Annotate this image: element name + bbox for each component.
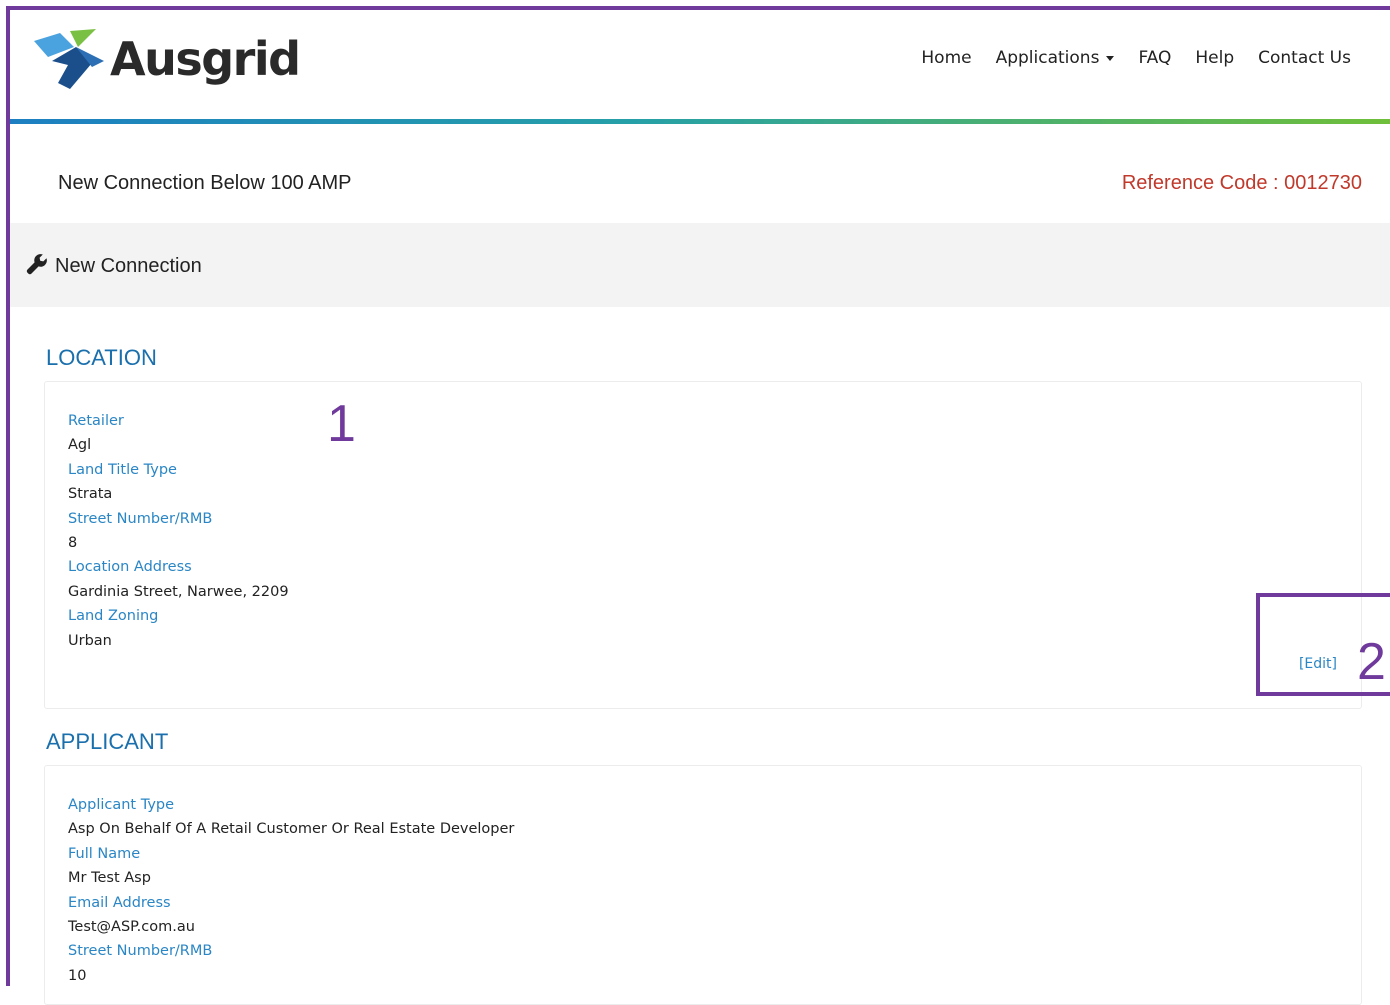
logo-wordmark: Ausgrid [110,32,301,86]
nav-faq[interactable]: FAQ [1138,48,1171,68]
field-value-retailer: Agl [68,437,92,454]
section-title: New Connection [55,255,202,277]
ausgrid-logo-icon [34,29,104,89]
field-value-full-name: Mr Test Asp [68,870,151,887]
section-header: New Connection [10,223,1390,307]
wrench-icon [26,254,47,275]
annotation-marker-2: 2 [1357,633,1386,691]
field-label-applicant-street-number: Street Number/RMB [68,943,213,960]
ausgrid-logo[interactable]: Ausgrid [30,27,301,91]
nav-applications[interactable]: Applications [996,48,1115,68]
annotation-marker-1: 1 [327,395,356,453]
nav-applications-label: Applications [995,48,1100,68]
page-title: New Connection Below 100 AMP [58,172,352,194]
location-panel: Retailer Agl Land Title Type Strata Stre… [44,381,1362,709]
field-label-applicant-type: Applicant Type [68,797,175,813]
site-header: Ausgrid Home Applications FAQ Help Conta… [10,10,1390,120]
field-label-location-address: Location Address [68,559,192,576]
applicant-heading: APPLICANT [46,729,169,754]
field-value-street-number: 8 [68,534,78,551]
nav-home[interactable]: Home [921,48,971,68]
field-value-applicant-street-number: 10 [68,967,87,984]
field-label-retailer: Retailer [68,413,124,429]
field-value-email-address: Test@ASP.com.au [68,918,195,935]
applicant-panel: Applicant Type Asp On Behalf Of A Retail… [44,765,1362,1005]
caret-down-icon [1106,55,1115,61]
field-label-land-title-type: Land Title Type [68,461,177,478]
location-heading: LOCATION [46,345,157,370]
nav-contact-us[interactable]: Contact Us [1258,48,1351,68]
applicant-fields: Applicant Type Asp On Behalf Of A Retail… [68,793,514,988]
field-label-street-number: Street Number/RMB [68,510,213,527]
field-value-location-address: Gardinia Street, Narwee, 2209 [68,583,289,600]
field-label-full-name: Full Name [68,845,141,862]
field-value-applicant-type: Asp On Behalf Of A Retail Customer Or Re… [68,821,515,838]
field-label-land-zoning: Land Zoning [68,608,159,625]
reference-code: Reference Code : 0012730 [1121,172,1362,194]
header-divider [10,119,1390,124]
field-value-land-title-type: Strata [68,486,113,503]
field-label-email-address: Email Address [68,894,171,911]
field-value-land-zoning: Urban [68,632,112,649]
main-nav: Home Applications FAQ Help Contact Us [921,48,1351,68]
location-fields: Retailer Agl Land Title Type Strata Stre… [68,409,289,653]
nav-help[interactable]: Help [1195,48,1234,68]
